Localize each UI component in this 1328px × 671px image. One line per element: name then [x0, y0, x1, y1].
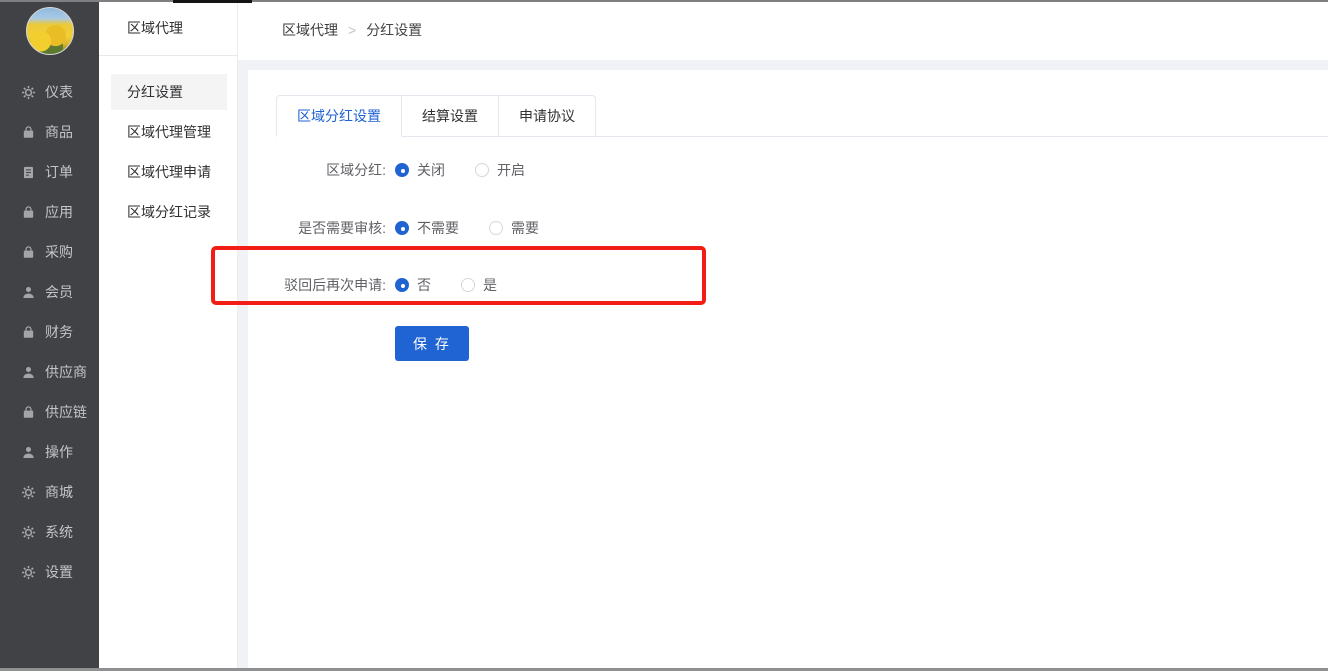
- sidebar-item-label: 供应商: [45, 362, 87, 382]
- primary-nav: 仪表 商品 订单 应用 采购 会员 财务 供应商: [0, 63, 99, 592]
- submenu-item-dividend-settings[interactable]: 分红设置: [111, 74, 227, 110]
- tab-region-dividend-settings[interactable]: 区域分红设置: [276, 95, 402, 137]
- person-icon: [21, 285, 36, 300]
- sidebar-item-purchasing[interactable]: 采购: [0, 232, 99, 272]
- radio-selected-icon[interactable]: [395, 278, 409, 292]
- tab-bar: 区域分红设置 结算设置 申请协议: [276, 95, 1328, 137]
- sidebar-item-label: 设置: [45, 562, 73, 582]
- form-row-region-dividend: 区域分红: 关闭 开启: [274, 160, 525, 180]
- bag-icon: [21, 405, 36, 420]
- breadcrumb-item-region-agent[interactable]: 区域代理: [282, 20, 338, 40]
- sidebar-item-finance[interactable]: 财务: [0, 312, 99, 352]
- person-icon: [21, 445, 36, 460]
- sidebar-item-members[interactable]: 会员: [0, 272, 99, 312]
- sidebar-item-system[interactable]: 系统: [0, 512, 99, 552]
- sidebar-item-label: 财务: [45, 322, 73, 342]
- sidebar-item-apps[interactable]: 应用: [0, 192, 99, 232]
- gear-icon: [21, 485, 36, 500]
- gear-icon: [21, 565, 36, 580]
- sidebar-item-label: 仪表: [45, 82, 73, 102]
- radio-unselected-icon[interactable]: [461, 278, 475, 292]
- secondary-sidebar: 区域代理 分红设置 区域代理管理 区域代理申请 区域分红记录: [99, 0, 238, 668]
- form-row-reapply-after-reject: 驳回后再次申请: 否 是: [274, 275, 497, 295]
- bag-icon: [21, 205, 36, 220]
- primary-sidebar: 仪表 商品 订单 应用 采购 会员 财务 供应商: [0, 0, 99, 668]
- form-label: 驳回后再次申请:: [274, 275, 386, 295]
- sidebar-item-goods[interactable]: 商品: [0, 112, 99, 152]
- sidebar-item-dashboard[interactable]: 仪表: [0, 72, 99, 112]
- radio-unselected-icon[interactable]: [475, 163, 489, 177]
- breadcrumb: 区域代理 > 分红设置: [282, 0, 422, 60]
- radio-option-no[interactable]: 否: [395, 275, 431, 295]
- person-icon: [21, 365, 36, 380]
- main-header: 区域代理 > 分红设置: [238, 0, 1328, 60]
- sidebar-item-suppliers[interactable]: 供应商: [0, 352, 99, 392]
- tab-settlement-settings[interactable]: 结算设置: [402, 95, 499, 136]
- content-card: 区域分红设置 结算设置 申请协议 区域分红: 关闭 开启 是否需要审核: 不需要…: [248, 70, 1328, 668]
- submenu-item-dividend-records[interactable]: 区域分红记录: [99, 192, 237, 232]
- sidebar-item-supply-chain[interactable]: 供应链: [0, 392, 99, 432]
- radio-option-off[interactable]: 关闭: [395, 160, 445, 180]
- form-label: 是否需要审核:: [274, 218, 386, 238]
- breadcrumb-separator-icon: >: [348, 22, 356, 38]
- sidebar-item-label: 商品: [45, 122, 73, 142]
- submenu-header: 区域代理: [99, 0, 237, 56]
- window-top-edge-dark-segment: [173, 0, 252, 3]
- sidebar-item-label: 供应链: [45, 402, 87, 422]
- sidebar-item-label: 商城: [45, 482, 73, 502]
- tab-application-agreement[interactable]: 申请协议: [499, 95, 596, 136]
- bag-icon: [21, 245, 36, 260]
- radio-option-required[interactable]: 需要: [489, 218, 539, 238]
- submenu-item-agent-management[interactable]: 区域代理管理: [99, 112, 237, 152]
- form-row-review-required: 是否需要审核: 不需要 需要: [274, 218, 539, 238]
- submenu-item-agent-application[interactable]: 区域代理申请: [99, 152, 237, 192]
- radio-unselected-icon[interactable]: [489, 221, 503, 235]
- avatar[interactable]: [26, 7, 74, 55]
- save-button[interactable]: 保 存: [395, 326, 469, 361]
- sidebar-item-orders[interactable]: 订单: [0, 152, 99, 192]
- gear-icon: [21, 525, 36, 540]
- sidebar-item-label: 操作: [45, 442, 73, 462]
- clipboard-icon: [21, 165, 36, 180]
- breadcrumb-item-dividend-settings: 分红设置: [366, 20, 422, 40]
- radio-option-not-required[interactable]: 不需要: [395, 218, 459, 238]
- radio-selected-icon[interactable]: [395, 221, 409, 235]
- sidebar-item-label: 会员: [45, 282, 73, 302]
- bag-icon: [21, 125, 36, 140]
- radio-selected-icon[interactable]: [395, 163, 409, 177]
- sidebar-item-label: 应用: [45, 202, 73, 222]
- form-label: 区域分红:: [274, 160, 386, 180]
- sidebar-item-operations[interactable]: 操作: [0, 432, 99, 472]
- radio-option-yes[interactable]: 是: [461, 275, 497, 295]
- sidebar-item-label: 系统: [45, 522, 73, 542]
- radio-option-on[interactable]: 开启: [475, 160, 525, 180]
- sidebar-item-label: 订单: [45, 162, 73, 182]
- sidebar-item-mall[interactable]: 商城: [0, 472, 99, 512]
- sidebar-item-label: 采购: [45, 242, 73, 262]
- gauge-icon: [21, 85, 36, 100]
- submenu-items: 分红设置 区域代理管理 区域代理申请 区域分红记录: [99, 56, 237, 232]
- bag-icon: [21, 325, 36, 340]
- sidebar-item-settings[interactable]: 设置: [0, 552, 99, 592]
